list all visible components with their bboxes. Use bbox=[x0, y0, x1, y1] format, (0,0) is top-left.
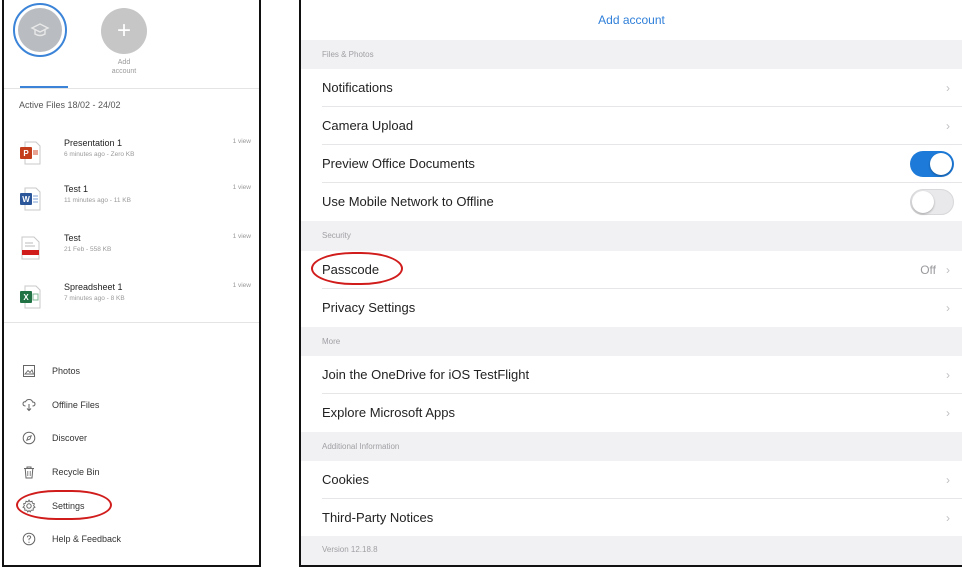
settings-row-camera-upload[interactable]: Camera Upload › bbox=[301, 107, 962, 145]
file-meta: 21 Feb - 558 KB bbox=[64, 246, 112, 253]
account-avatar[interactable] bbox=[13, 3, 67, 57]
nav-label: Recycle Bin bbox=[52, 467, 100, 477]
active-files-heading: Active Files 18/02 - 24/02 bbox=[19, 100, 121, 110]
settings-row-privacy[interactable]: Privacy Settings › bbox=[301, 289, 962, 327]
passcode-annotation-circle bbox=[311, 252, 403, 285]
row-label: Third-Party Notices bbox=[322, 510, 434, 525]
powerpoint-icon: P bbox=[20, 141, 41, 165]
passcode-status: Off bbox=[920, 263, 936, 277]
file-views: 1 view bbox=[232, 138, 251, 145]
row-label: Join the OneDrive for iOS TestFlight bbox=[322, 367, 530, 382]
onedrive-settings-panel: Add account Files & Photos Notifications… bbox=[299, 0, 962, 567]
nav-label: Photos bbox=[52, 366, 81, 376]
settings-row-third-party[interactable]: Third-Party Notices › bbox=[301, 499, 962, 537]
settings-row-mobile-network: Use Mobile Network to Offline bbox=[301, 183, 962, 221]
settings-row-notifications[interactable]: Notifications › bbox=[301, 69, 962, 107]
row-label: Camera Upload bbox=[322, 118, 414, 133]
settings-row-explore-apps[interactable]: Explore Microsoft Apps › bbox=[301, 394, 962, 432]
settings-row-testflight[interactable]: Join the OneDrive for iOS TestFlight › bbox=[301, 356, 962, 394]
svg-text:P: P bbox=[23, 149, 29, 158]
section-header-additional-info: Additional Information bbox=[301, 432, 962, 461]
divider bbox=[4, 88, 259, 89]
add-account-button[interactable]: + bbox=[101, 8, 147, 54]
chevron-right-icon: › bbox=[946, 511, 950, 525]
file-meta: 7 minutes ago - 8 KB bbox=[64, 295, 125, 302]
nav-label: Offline Files bbox=[52, 400, 100, 410]
section-header-files-photos: Files & Photos bbox=[301, 40, 962, 69]
row-label: Explore Microsoft Apps bbox=[322, 405, 455, 420]
row-label: Preview Office Documents bbox=[322, 156, 475, 171]
offline-files-icon bbox=[22, 398, 36, 412]
file-views: 1 view bbox=[232, 184, 251, 191]
nav-item-photos[interactable]: Photos bbox=[4, 359, 259, 385]
add-account-link[interactable]: Add account bbox=[301, 0, 962, 40]
section-header-security: Security bbox=[301, 221, 962, 251]
row-label: Cookies bbox=[322, 472, 369, 487]
row-label: Notifications bbox=[322, 80, 393, 95]
version-label: Version 12.18.8 bbox=[301, 536, 962, 565]
photo-icon bbox=[23, 365, 35, 377]
onedrive-sidebar-panel: + Add account Active Files 18/02 - 24/02… bbox=[2, 0, 261, 567]
nav-item-recycle-bin[interactable]: Recycle Bin bbox=[4, 460, 259, 486]
file-row[interactable]: P Presentation 1 6 minutes ago - Zero KB… bbox=[4, 135, 259, 175]
nav-item-discover[interactable]: Discover bbox=[4, 426, 259, 452]
file-meta: 6 minutes ago - Zero KB bbox=[64, 151, 135, 158]
file-name: Test 1 bbox=[64, 184, 89, 194]
preview-office-toggle[interactable] bbox=[910, 151, 954, 177]
file-meta: 11 minutes ago - 11 KB bbox=[64, 197, 131, 204]
chevron-right-icon: › bbox=[946, 81, 950, 95]
toggle-knob bbox=[912, 191, 934, 213]
screenshot-stage: + Add account Active Files 18/02 - 24/02… bbox=[0, 0, 962, 567]
help-icon bbox=[22, 532, 36, 546]
recycle-bin-icon bbox=[24, 466, 34, 479]
svg-text:X: X bbox=[23, 293, 29, 302]
file-name: Spreadsheet 1 bbox=[64, 282, 123, 292]
nav-label: Help & Feedback bbox=[52, 534, 122, 544]
file-row[interactable]: W Test 1 11 minutes ago - 11 KB 1 view bbox=[4, 181, 259, 221]
file-views: 1 view bbox=[232, 233, 251, 240]
nav-label: Discover bbox=[52, 433, 88, 443]
pdf-icon bbox=[21, 236, 40, 260]
plus-icon: + bbox=[116, 17, 131, 44]
file-name: Presentation 1 bbox=[64, 138, 123, 148]
section-header-more: More bbox=[301, 327, 962, 356]
row-label: Use Mobile Network to Offline bbox=[322, 194, 494, 209]
settings-row-cookies[interactable]: Cookies › bbox=[301, 461, 962, 499]
row-label: Privacy Settings bbox=[322, 300, 416, 315]
settings-row-preview-office: Preview Office Documents bbox=[301, 145, 962, 183]
chevron-right-icon: › bbox=[946, 119, 950, 133]
nav-item-offline-files[interactable]: Offline Files bbox=[4, 393, 259, 419]
file-row[interactable]: X Spreadsheet 1 7 minutes ago - 8 KB 1 v… bbox=[4, 279, 259, 319]
file-name: Test bbox=[64, 233, 81, 243]
chevron-right-icon: › bbox=[946, 263, 950, 277]
graduation-cap-icon bbox=[30, 23, 50, 37]
mobile-network-toggle[interactable] bbox=[910, 189, 954, 215]
chevron-right-icon: › bbox=[946, 368, 950, 382]
svg-text:W: W bbox=[22, 195, 30, 204]
excel-icon: X bbox=[20, 285, 41, 309]
nav-item-help[interactable]: Help & Feedback bbox=[4, 527, 259, 553]
chevron-right-icon: › bbox=[946, 301, 950, 315]
toggle-knob bbox=[930, 153, 952, 175]
discover-icon bbox=[22, 431, 36, 445]
chevron-right-icon: › bbox=[946, 473, 950, 487]
divider bbox=[4, 322, 259, 323]
chevron-right-icon: › bbox=[946, 406, 950, 420]
add-account-label: Add account bbox=[111, 59, 137, 75]
settings-annotation-circle bbox=[16, 490, 112, 520]
file-views: 1 view bbox=[232, 282, 251, 289]
word-icon: W bbox=[20, 187, 41, 211]
avatar-circle bbox=[18, 8, 62, 52]
file-row[interactable]: Test 21 Feb - 558 KB 1 view bbox=[4, 230, 259, 270]
